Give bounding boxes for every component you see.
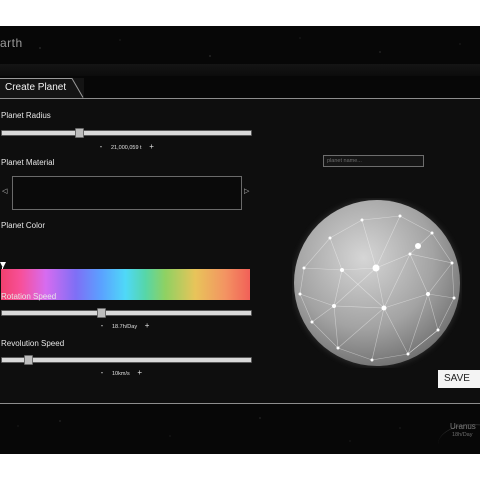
color-marker-icon[interactable] [0, 262, 6, 268]
app-window: arth Create Planet Planet Radius -21,000… [0, 26, 480, 454]
radius-decrease-button[interactable]: - [97, 142, 105, 151]
radius-increase-button[interactable]: + [148, 142, 156, 151]
planet-radius-stepper: -21,000,059 t + [97, 142, 156, 151]
rotation-value: 18.7h/Day [112, 324, 138, 330]
material-prev-icon[interactable]: ◁ [2, 187, 7, 195]
planet-radius-slider-thumb[interactable] [75, 128, 84, 138]
planet-radius-slider[interactable] [1, 130, 252, 136]
rotation-increase-button[interactable]: + [143, 321, 151, 330]
planet-name-input[interactable] [323, 155, 424, 167]
rotation-speed-slider-thumb[interactable] [97, 308, 106, 318]
header-band [0, 64, 480, 76]
save-button[interactable]: SAVE [438, 370, 480, 388]
planet-material-label: Planet Material [1, 158, 55, 167]
rotation-speed-slider[interactable] [1, 310, 252, 316]
planet-preview-sphere [293, 199, 461, 367]
revolution-value: 10km/s [112, 371, 130, 377]
revolution-speed-stepper: -10km/s + [98, 368, 144, 377]
revolution-speed-slider[interactable] [1, 357, 252, 363]
planet-material-selector[interactable] [12, 176, 242, 210]
planet-radius-label: Planet Radius [1, 111, 51, 120]
rotation-speed-stepper: -18.7h/Day + [98, 321, 151, 330]
tab-create-planet[interactable]: Create Planet [0, 78, 84, 98]
app-title: arth [0, 36, 23, 50]
next-planet-speed: 18h/Day [452, 432, 473, 438]
revolution-increase-button[interactable]: + [136, 368, 144, 377]
revolution-decrease-button[interactable]: - [98, 368, 106, 377]
material-next-icon[interactable]: ▷ [244, 187, 249, 195]
rotation-speed-label: Rotation Speed [1, 292, 57, 301]
planet-color-label: Planet Color [1, 221, 46, 230]
next-planet-name[interactable]: Uranus [450, 422, 476, 431]
radius-value: 21,000,059 t [111, 145, 142, 151]
revolution-speed-slider-thumb[interactable] [24, 355, 33, 365]
tab-label: Create Planet [5, 82, 67, 93]
revolution-speed-label: Revolution Speed [1, 339, 65, 348]
rotation-decrease-button[interactable]: - [98, 321, 106, 330]
